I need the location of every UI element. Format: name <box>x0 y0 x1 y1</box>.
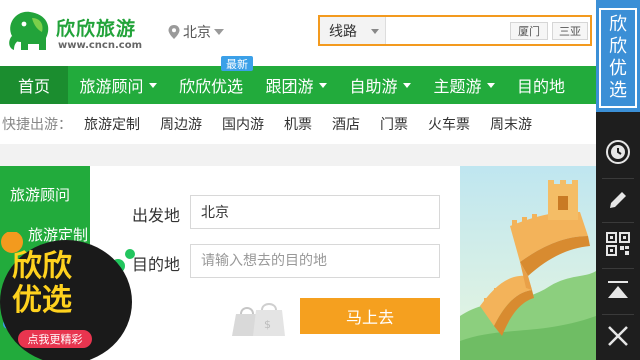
quick-link[interactable]: 火车票 <box>428 114 470 134</box>
history-button[interactable] <box>596 132 640 172</box>
toolbar-separator <box>602 222 634 223</box>
logo-wordmark: 欣欣旅游 <box>56 18 137 40</box>
right-toolbar: 欣 欣 优 选 <box>596 0 640 360</box>
quick-link[interactable]: 机票 <box>284 114 312 134</box>
history-icon <box>606 140 630 164</box>
ad-title-line1: 欣欣 <box>12 249 72 284</box>
site-logo[interactable]: 欣欣旅游 www.cncn.com <box>2 6 152 60</box>
youxuan-floating-ad[interactable]: 欣欣 优选 点我更精彩 <box>0 232 140 360</box>
promo-char: 优 <box>609 58 627 79</box>
chevron-down-icon <box>214 29 224 35</box>
search-type-label: 线路 <box>329 23 357 40</box>
quick-link[interactable]: 国内游 <box>222 114 264 134</box>
toolbar-separator <box>602 178 634 179</box>
search-box: 线路 厦门 三亚 <box>318 15 592 46</box>
quick-link[interactable]: 酒店 <box>332 114 360 134</box>
nav-item-destination[interactable]: 目的地 <box>506 66 576 104</box>
feedback-button[interactable] <box>596 180 640 220</box>
quick-link[interactable]: 周边游 <box>160 114 202 134</box>
ad-title-line2: 优选 <box>12 283 72 318</box>
nav-item-group-tour[interactable]: 跟团游 <box>254 66 338 104</box>
site-header: 欣欣旅游 www.cncn.com 北京 线路 厦门 三亚 <box>0 0 596 66</box>
back-to-top-button[interactable] <box>596 270 640 310</box>
promo-char: 欣 <box>609 14 627 35</box>
trip-search-form: 出发地 北京 目的地 $ 马上去 <box>90 166 460 360</box>
quick-link[interactable]: 周末游 <box>490 114 532 134</box>
city-selector[interactable]: 北京 <box>168 22 224 42</box>
edit-icon <box>610 192 626 208</box>
ad-cta: 点我更精彩 <box>18 330 92 348</box>
nav-item-label: 旅游顾问 <box>79 77 144 96</box>
nav-item-label: 欣欣优选 <box>178 77 243 96</box>
from-input[interactable]: 北京 <box>190 195 440 229</box>
nav-item-label: 主题游 <box>433 77 482 96</box>
svg-text:$: $ <box>264 318 271 331</box>
toolbar-separator <box>602 314 634 315</box>
close-icon <box>608 326 628 346</box>
nav-item-label: 首页 <box>17 77 50 96</box>
nav-item-label: 跟团游 <box>265 77 314 96</box>
toolbar-separator <box>602 268 634 269</box>
great-wall-illustration <box>460 166 596 360</box>
search-type-select[interactable]: 线路 <box>320 17 386 44</box>
toolbar-youxuan-promo[interactable]: 欣 欣 优 选 <box>596 0 640 112</box>
great-wall-banner[interactable] <box>460 166 596 360</box>
quick-links-bar: 快捷出游： 旅游定制 周边游 国内游 机票 酒店 门票 火车票 周末游 <box>0 104 596 144</box>
nav-item-travel-advisor[interactable]: 旅游顾问 <box>68 66 168 104</box>
qrcode-button[interactable] <box>596 224 640 264</box>
chevron-down-icon <box>318 82 327 88</box>
quick-link[interactable]: 旅游定制 <box>84 114 140 134</box>
hot-tag-sanya[interactable]: 三亚 <box>552 22 588 40</box>
go-button[interactable]: 马上去 <box>300 298 440 334</box>
nav-item-theme-tour[interactable]: 主题游 <box>422 66 506 104</box>
shopping-bag-icon: $ <box>232 303 285 336</box>
chevron-down-icon <box>371 29 379 34</box>
logo-url: www.cncn.com <box>58 40 142 51</box>
nav-item-home[interactable]: 首页 <box>0 66 68 104</box>
location-pin-icon <box>168 25 180 39</box>
nav-item-self-guided[interactable]: 自助游 <box>338 66 422 104</box>
side-item-travel-advisor[interactable]: 旅游顾问 <box>0 182 90 206</box>
hot-tag-xiamen[interactable]: 厦门 <box>510 22 548 40</box>
promo-char: 选 <box>609 80 627 101</box>
main-nav: 首页 旅游顾问 欣欣优选 跟团游 自助游 主题游 目的地 <box>0 66 596 104</box>
chevron-down-icon <box>402 82 411 88</box>
nav-item-youxuan[interactable]: 欣欣优选 <box>168 66 254 104</box>
quick-link[interactable]: 门票 <box>380 114 408 134</box>
chevron-down-icon <box>486 82 495 88</box>
section-divider <box>0 144 596 166</box>
to-input[interactable] <box>190 244 440 278</box>
promo-char: 欣 <box>609 36 627 57</box>
close-toolbar-button[interactable] <box>596 316 640 356</box>
from-label: 出发地 <box>132 206 181 225</box>
new-badge: 最新 <box>221 56 253 71</box>
elephant-logo-icon <box>9 11 49 51</box>
nav-item-label: 自助游 <box>349 77 398 96</box>
city-name: 北京 <box>183 25 211 41</box>
page: 欣欣旅游 www.cncn.com 北京 线路 厦门 三亚 最新 首页 旅游顾问… <box>0 0 640 360</box>
chevron-down-icon <box>148 82 157 88</box>
qrcode-icon <box>606 232 630 256</box>
back-to-top-icon <box>608 281 628 298</box>
toolbar-promo-text: 欣 欣 优 选 <box>599 8 637 108</box>
quick-links-label: 快捷出游： <box>2 117 72 133</box>
nav-item-label: 目的地 <box>516 77 565 96</box>
